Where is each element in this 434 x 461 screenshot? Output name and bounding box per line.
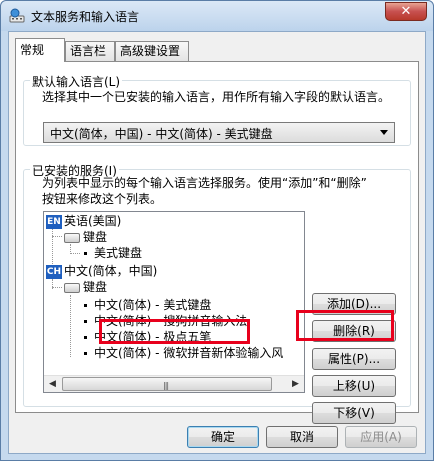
dialog-client: 常规 语言栏 高级键设置 默认输入语言(L) 选择其中一个已安装的输入语言，用作… bbox=[8, 31, 426, 454]
installed-services-description-2: 按钮来修改这个列表。 bbox=[42, 192, 163, 206]
scrollbar-thumb[interactable]: ||| bbox=[62, 377, 272, 391]
tree-lang-chinese[interactable]: CH 中文(简体，中国) bbox=[46, 263, 157, 279]
tree-item-sogou-pinyin[interactable]: 中文(简体) - 搜狗拼音输入法 bbox=[82, 313, 247, 329]
move-up-button[interactable]: 上移(U) bbox=[312, 375, 396, 397]
move-down-button[interactable]: 下移(V) bbox=[312, 402, 396, 424]
chevron-down-icon bbox=[380, 130, 388, 135]
tab-panel-general: 默认输入语言(L) 选择其中一个已安装的输入语言，用作所有输入字段的默认语言。 … bbox=[15, 61, 419, 424]
scroll-left-icon[interactable]: ◀ bbox=[44, 376, 61, 392]
keyboard-globe-icon bbox=[9, 8, 25, 23]
ok-button[interactable]: 确定 bbox=[187, 426, 259, 448]
default-language-value: 中文(简体，中国) - 中文(简体) - 美式键盘 bbox=[50, 127, 273, 141]
tree-lang-english[interactable]: EN 英语(美国) bbox=[46, 213, 121, 229]
keyboard-icon bbox=[64, 282, 80, 293]
language-badge-icon: CH bbox=[46, 264, 62, 279]
bullet-icon bbox=[84, 304, 87, 307]
installed-services-description-1: 为列表中显示的每个输入语言选择服务。使用“添加”和“删除” bbox=[42, 176, 367, 190]
cancel-button[interactable]: 取消 bbox=[266, 426, 338, 448]
services-tree[interactable]: EN 英语(美国) 键盘 美式键盘 CH 中文(简体，中国) 键盘 中文(简体) -… bbox=[43, 211, 305, 393]
default-language-select[interactable]: 中文(简体，中国) - 中文(简体) - 美式键盘 bbox=[43, 122, 395, 143]
default-language-description: 选择其中一个已安装的输入语言，用作所有输入字段的默认语言。 bbox=[42, 90, 391, 104]
close-button[interactable]: ✕ bbox=[385, 2, 427, 21]
tab-general[interactable]: 常规 bbox=[15, 38, 65, 62]
tree-item-cn-us-keyboard[interactable]: 中文(简体) - 美式键盘 bbox=[82, 297, 211, 313]
remove-button[interactable]: 删除(R) bbox=[312, 320, 396, 342]
close-icon: ✕ bbox=[400, 4, 412, 19]
bullet-icon bbox=[84, 252, 87, 255]
dialog-window: 文本服务和输入语言 ✕ 常规 语言栏 高级键设置 默认输入语言(L) 选择其中一… bbox=[0, 0, 434, 461]
language-badge-icon: EN bbox=[46, 214, 62, 229]
grip-icon: ||| bbox=[163, 381, 169, 390]
bullet-icon bbox=[84, 320, 87, 323]
tree-item-ms-pinyin[interactable]: 中文(简体) - 微软拼音新体验输入风 bbox=[82, 345, 283, 361]
add-button[interactable]: 添加(D)... bbox=[312, 293, 396, 315]
tree-item-jidian-wubi[interactable]: 中文(简体) - 极点五笔 bbox=[82, 329, 211, 345]
keyboard-icon bbox=[64, 232, 80, 243]
default-language-label: 默认输入语言(L) bbox=[30, 73, 123, 90]
tab-language-bar[interactable]: 语言栏 bbox=[65, 41, 115, 61]
tree-keyboard-english[interactable]: 键盘 bbox=[64, 229, 107, 245]
tree-keyboard-chinese[interactable]: 键盘 bbox=[64, 279, 107, 295]
bullet-icon bbox=[84, 352, 87, 355]
tree-item-us-keyboard[interactable]: 美式键盘 bbox=[82, 245, 142, 261]
tree-horizontal-scrollbar[interactable]: ◀ ||| ▶ bbox=[44, 375, 304, 392]
apply-button[interactable]: 应用(A) bbox=[345, 426, 417, 448]
properties-button[interactable]: 属性(P)... bbox=[312, 348, 396, 370]
window-title: 文本服务和输入语言 bbox=[31, 10, 140, 24]
tab-advanced-keys[interactable]: 高级键设置 bbox=[115, 41, 189, 61]
bullet-icon bbox=[84, 336, 87, 339]
scroll-right-icon[interactable]: ▶ bbox=[287, 376, 304, 392]
title-bar[interactable]: 文本服务和输入语言 ✕ bbox=[1, 1, 433, 31]
